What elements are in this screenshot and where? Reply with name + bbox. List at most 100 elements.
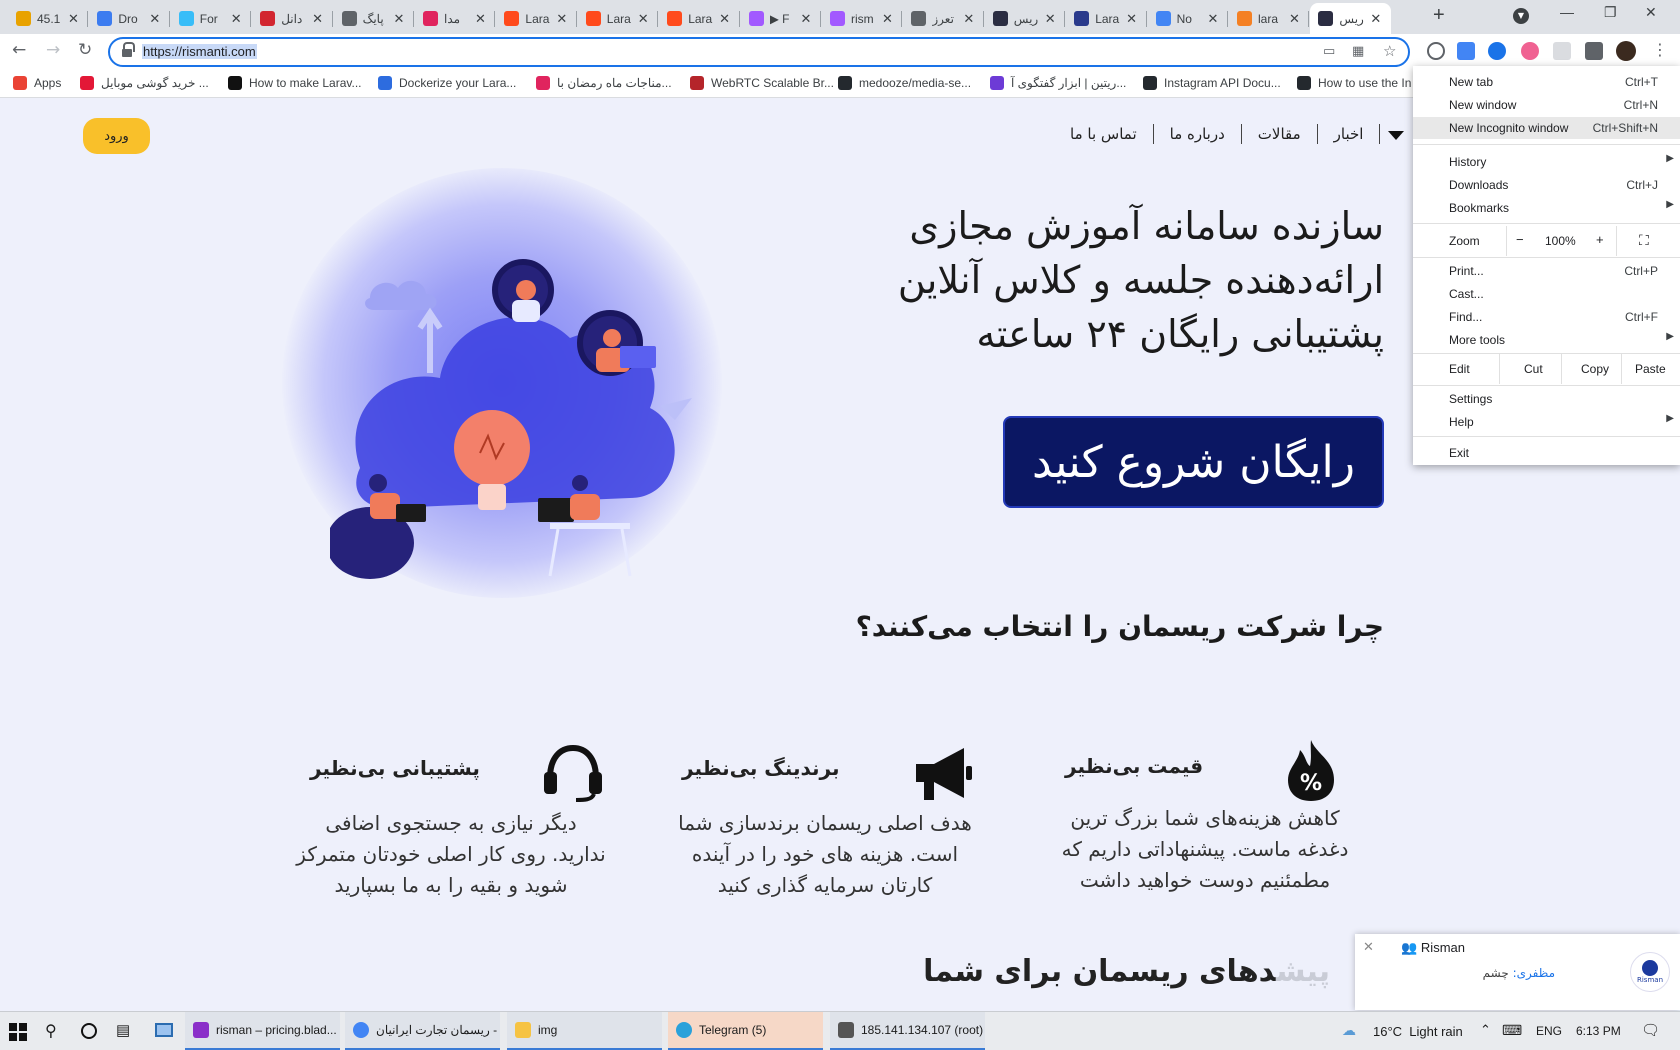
- qr-code-icon[interactable]: ▦: [1352, 44, 1364, 59]
- restore-button[interactable]: ❐: [1604, 4, 1617, 21]
- menu-more-tools[interactable]: More tools ▶: [1413, 329, 1680, 351]
- reload-icon[interactable]: ↻: [78, 40, 92, 60]
- tab-close-icon[interactable]: ✕: [1287, 11, 1301, 27]
- start-free-button[interactable]: رایگان شروع کنید: [1003, 416, 1384, 508]
- paste-button[interactable]: Paste: [1635, 362, 1666, 376]
- menu-settings[interactable]: Settings: [1413, 388, 1680, 410]
- extension-pink-icon[interactable]: [1521, 42, 1539, 60]
- tab-close-icon[interactable]: ✕: [636, 11, 650, 27]
- tab-close-icon[interactable]: ✕: [311, 11, 325, 27]
- extensions-puzzle-icon[interactable]: [1585, 42, 1603, 60]
- fullscreen-icon[interactable]: ⛶: [1639, 232, 1649, 249]
- bookmark-item[interactable]: WebRTC Scalable Br...: [690, 76, 834, 90]
- zoom-in-button[interactable]: +: [1596, 232, 1604, 247]
- tab-close-icon[interactable]: ✕: [799, 11, 813, 27]
- forward-icon[interactable]: →: [46, 40, 60, 60]
- menu-downloads[interactable]: Downloads Ctrl+J: [1413, 174, 1680, 196]
- tab-close-icon[interactable]: ✕: [1369, 11, 1383, 27]
- lock-icon[interactable]: [122, 42, 135, 58]
- browser-tab[interactable]: دانل ✕: [252, 3, 333, 34]
- taskbar-app-telegram[interactable]: Telegram (5): [668, 1012, 823, 1050]
- language-indicator[interactable]: ENG: [1536, 1024, 1562, 1038]
- browser-tab[interactable]: ▶ F ✕: [741, 3, 821, 34]
- cortana-icon[interactable]: [81, 1023, 97, 1039]
- weather-text[interactable]: 16°C Light rain: [1373, 1024, 1463, 1039]
- bookmark-star-icon[interactable]: ☆: [1383, 42, 1396, 60]
- zoom-out-button[interactable]: −: [1516, 232, 1524, 247]
- copy-button[interactable]: Copy: [1581, 362, 1609, 376]
- extension-blue-icon[interactable]: [1488, 42, 1506, 60]
- tab-close-icon[interactable]: ✕: [66, 11, 80, 27]
- menu-exit[interactable]: Exit: [1413, 442, 1680, 464]
- chrome-menu-icon[interactable]: ⋮: [1652, 40, 1668, 59]
- desktop-app-icon[interactable]: [155, 1023, 173, 1037]
- nav-contact[interactable]: تماس با ما: [1054, 125, 1153, 143]
- browser-tab[interactable]: تعرز ✕: [903, 3, 984, 34]
- nav-dropdown-caret-icon[interactable]: [1388, 131, 1404, 140]
- tab-close-icon[interactable]: ✕: [392, 11, 406, 27]
- menu-new-tab[interactable]: New tab Ctrl+T: [1413, 71, 1680, 93]
- translate-extension-icon[interactable]: [1457, 42, 1475, 60]
- bookmark-item[interactable]: Instagram API Docu...: [1143, 76, 1281, 90]
- login-button[interactable]: ورود: [83, 118, 150, 154]
- bookmark-item[interactable]: medooze/media-se...: [838, 76, 971, 90]
- bookmark-item[interactable]: مناجات ماه رمضان با...: [536, 76, 672, 90]
- menu-new-incognito[interactable]: New Incognito window Ctrl+Shift+N: [1413, 117, 1680, 139]
- search-icon[interactable]: ⚲: [45, 1021, 57, 1041]
- tab-close-icon[interactable]: ✕: [880, 11, 894, 27]
- browser-tab[interactable]: Lara ✕: [1066, 3, 1147, 34]
- browser-tab[interactable]: Dro ✕: [89, 3, 170, 34]
- menu-print[interactable]: Print... Ctrl+P: [1413, 260, 1680, 282]
- tab-close-icon[interactable]: ✕: [148, 11, 162, 27]
- chat-notification[interactable]: ✕ 👥 Risman مظفری: چشم Risman: [1355, 934, 1680, 1010]
- minimize-button[interactable]: —: [1560, 4, 1574, 20]
- menu-cast[interactable]: Cast...: [1413, 283, 1680, 305]
- tab-close-icon[interactable]: ✕: [229, 11, 243, 27]
- tab-close-icon[interactable]: ✕: [1125, 11, 1139, 27]
- tab-close-icon[interactable]: ✕: [473, 11, 487, 27]
- browser-tab[interactable]: ریس ✕: [985, 3, 1066, 34]
- browser-tab[interactable]: Lara ✕: [659, 3, 740, 34]
- clock[interactable]: 6:13 PM: [1576, 1024, 1621, 1038]
- tab-close-icon[interactable]: ✕: [1206, 11, 1220, 27]
- tab-close-icon[interactable]: ✕: [1043, 11, 1057, 27]
- tab-close-icon[interactable]: ✕: [555, 11, 569, 27]
- chevron-up-icon[interactable]: ⌃: [1480, 1022, 1491, 1038]
- keyboard-icon[interactable]: ⌨: [1502, 1022, 1522, 1039]
- bookmark-item[interactable]: How to use the In: [1297, 76, 1411, 90]
- close-window-button[interactable]: ✕: [1645, 4, 1657, 21]
- taskbar-app-putty[interactable]: 185.141.134.107 (root): [830, 1012, 985, 1050]
- install-app-icon[interactable]: ▭: [1323, 44, 1335, 59]
- browser-tab[interactable]: ریس ✕: [1310, 3, 1391, 34]
- nav-news[interactable]: اخبار: [1318, 125, 1380, 143]
- nav-articles[interactable]: مقالات: [1242, 125, 1317, 143]
- menu-help[interactable]: Help ▶: [1413, 411, 1680, 433]
- task-view-icon[interactable]: ▤: [116, 1021, 130, 1039]
- browser-tab[interactable]: Lara ✕: [578, 3, 659, 34]
- address-bar[interactable]: https://rismanti.com ▭ ▦ ☆: [108, 37, 1410, 67]
- menu-bookmarks[interactable]: Bookmarks ▶: [1413, 197, 1680, 219]
- bookmark-item[interactable]: ریتین | ابزار گفتگوی آ...: [990, 76, 1126, 90]
- browser-tab[interactable]: 45.1 ✕: [8, 3, 89, 34]
- menu-history[interactable]: History ▶: [1413, 151, 1680, 173]
- taskbar-app-chrome[interactable]: ریسمان تجارت ایرانیان - ...: [345, 1012, 500, 1050]
- browser-tab[interactable]: پایگ ✕: [334, 3, 414, 34]
- menu-find[interactable]: Find... Ctrl+F: [1413, 306, 1680, 328]
- extension-grey-icon[interactable]: [1553, 42, 1571, 60]
- nav-about[interactable]: درباره ما: [1154, 125, 1241, 143]
- notifications-icon[interactable]: 🗨: [1641, 1021, 1660, 1039]
- profile-avatar[interactable]: [1616, 41, 1636, 61]
- chat-close-icon[interactable]: ✕: [1363, 940, 1374, 955]
- url-text[interactable]: https://rismanti.com: [142, 44, 257, 59]
- bookmark-item[interactable]: How to make Larav...: [228, 76, 362, 90]
- browser-tab[interactable]: No ✕: [1148, 3, 1228, 34]
- browser-tab[interactable]: For ✕: [171, 3, 252, 34]
- taskbar-app-explorer[interactable]: img: [507, 1012, 662, 1050]
- taskbar-app-phpstorm[interactable]: risman – pricing.blad...: [185, 1012, 340, 1050]
- tab-close-icon[interactable]: ✕: [962, 11, 976, 27]
- bookmark-item[interactable]: Dockerize your Lara...: [378, 76, 516, 90]
- cut-button[interactable]: Cut: [1524, 362, 1543, 376]
- back-icon[interactable]: ←: [12, 40, 26, 60]
- browser-tab[interactable]: Lara ✕: [496, 3, 577, 34]
- menu-new-window[interactable]: New window Ctrl+N: [1413, 94, 1680, 116]
